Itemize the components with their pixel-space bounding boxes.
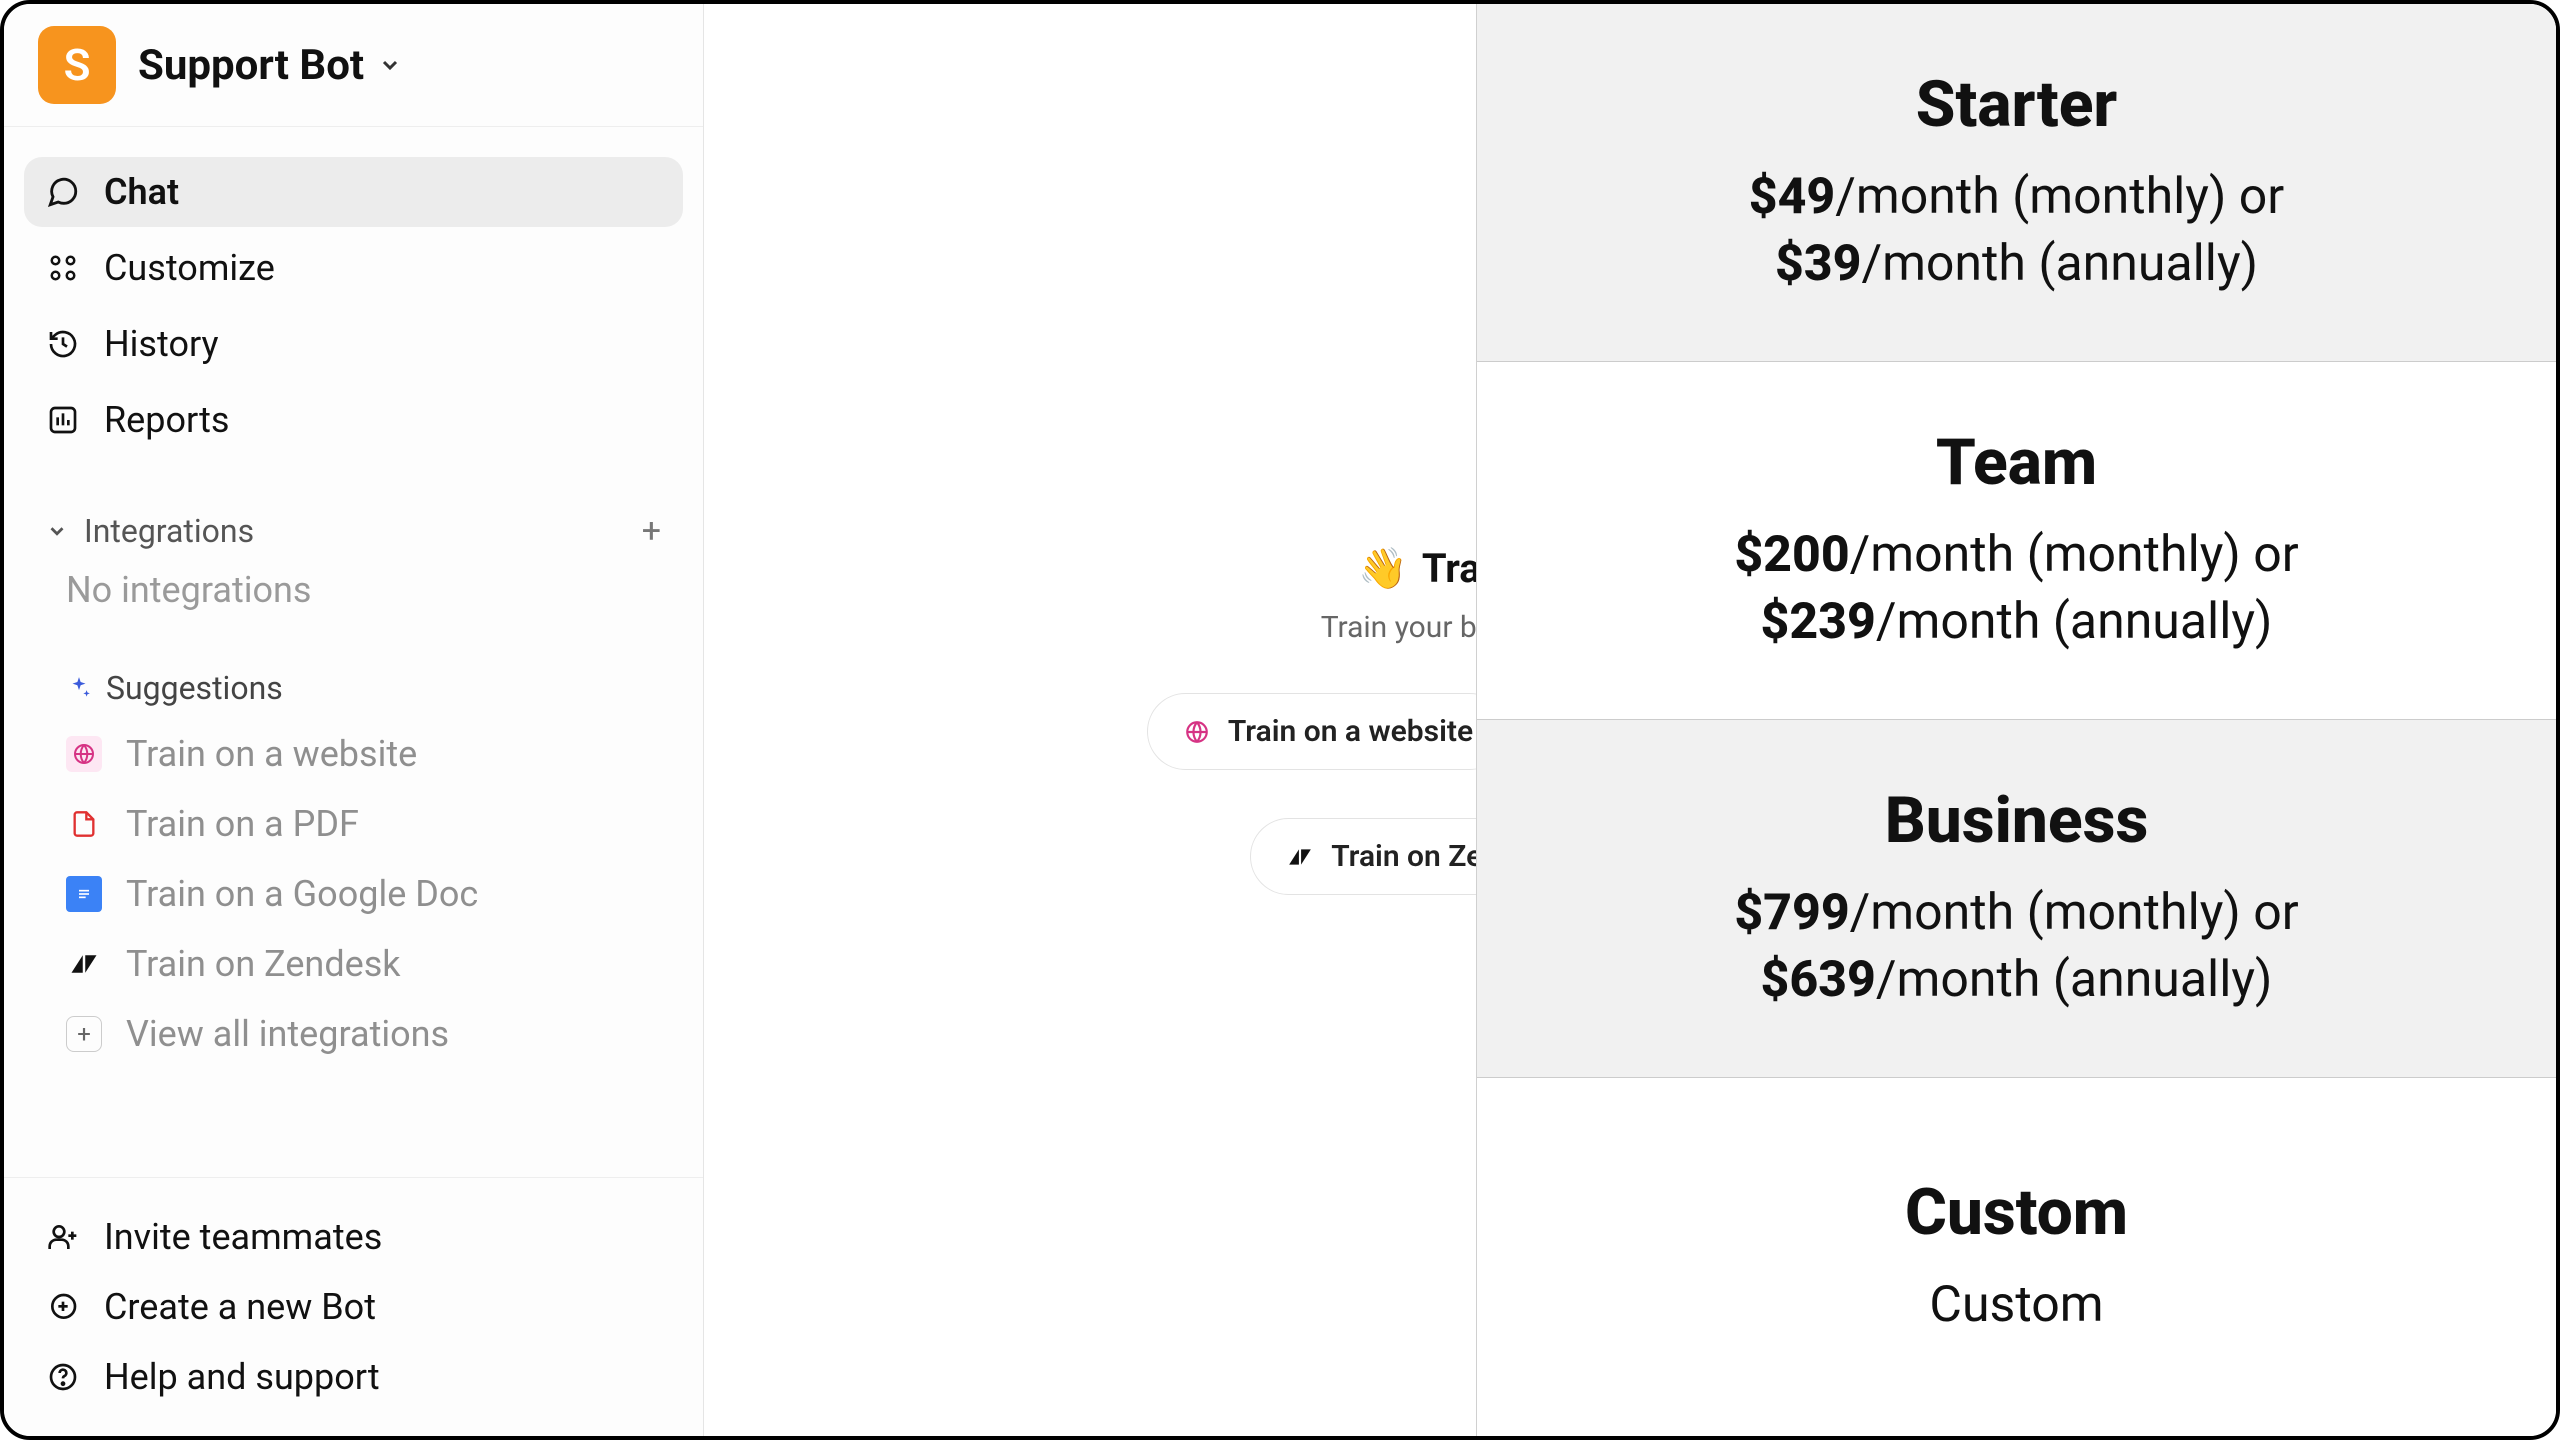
history-icon — [46, 327, 80, 361]
sidebar: S Support Bot Chat Customize History Rep… — [4, 4, 704, 1436]
suggestion-label: View all integrations — [126, 1013, 449, 1055]
add-integration-button[interactable]: + — [642, 511, 661, 551]
tier-name: Business — [1885, 783, 2149, 858]
suggestion-pdf[interactable]: Train on a PDF — [24, 789, 683, 859]
nav-history[interactable]: History — [24, 309, 683, 379]
suggestion-view-all[interactable]: + View all integrations — [24, 999, 683, 1069]
tier-name: Team — [1936, 425, 2097, 500]
wave-emoji: 👋 — [1358, 545, 1408, 592]
tier-price: $49/month (monthly) or $39/month (annual… — [1749, 164, 2284, 299]
chevron-down-icon — [378, 53, 402, 77]
tier-team: Team $200/month (monthly) or $239/month … — [1477, 362, 2556, 720]
new-bot-icon — [46, 1290, 80, 1324]
tier-price: Custom — [1929, 1272, 2103, 1340]
invite-teammates[interactable]: Invite teammates — [24, 1202, 683, 1272]
suggestion-label: Train on a Google Doc — [126, 873, 478, 915]
suggestion-gdoc[interactable]: Train on a Google Doc — [24, 859, 683, 929]
integrations-empty: No integrations — [24, 559, 683, 621]
tier-name: Custom — [1905, 1175, 2128, 1250]
help-icon — [46, 1360, 80, 1394]
tier-custom: Custom Custom — [1477, 1078, 2556, 1436]
nav-section: Chat Customize History Reports Integrati… — [4, 127, 703, 1069]
pdf-icon — [66, 806, 102, 842]
chevron-down-icon — [46, 520, 68, 542]
chip-label: Train on a website — [1228, 714, 1473, 749]
chat-icon — [46, 175, 80, 209]
sidebar-footer: Invite teammates Create a new Bot Help a… — [4, 1177, 703, 1436]
bot-selector[interactable]: Support Bot — [138, 41, 402, 90]
footer-label: Help and support — [104, 1356, 380, 1398]
nav-customize[interactable]: Customize — [24, 233, 683, 303]
nav-label: Reports — [104, 399, 229, 441]
tier-price: $799/month (monthly) or $639/month (annu… — [1734, 880, 2298, 1015]
chip-website[interactable]: Train on a website — [1147, 693, 1508, 770]
nav-label: History — [104, 323, 219, 365]
gdoc-icon — [66, 876, 102, 912]
tier-business: Business $799/month (monthly) or $639/mo… — [1477, 720, 2556, 1078]
suggestion-website[interactable]: Train on a website — [24, 719, 683, 789]
zendesk-icon — [1285, 842, 1315, 872]
integrations-header[interactable]: Integrations + — [24, 461, 683, 559]
customize-icon — [46, 251, 80, 285]
suggestion-label: Train on a website — [126, 733, 417, 775]
globe-icon — [66, 736, 102, 772]
suggestion-zendesk[interactable]: Train on Zendesk — [24, 929, 683, 999]
tier-price: $200/month (monthly) or $239/month (annu… — [1734, 522, 2298, 657]
sidebar-header: S Support Bot — [4, 4, 703, 127]
suggestions-label: Suggestions — [106, 669, 283, 707]
plus-icon: + — [66, 1016, 102, 1052]
tier-starter: Starter $49/month (monthly) or $39/month… — [1477, 4, 2556, 362]
help-support[interactable]: Help and support — [24, 1342, 683, 1412]
suggestion-label: Train on Zendesk — [126, 943, 401, 985]
invite-icon — [46, 1220, 80, 1254]
sparkle-icon — [66, 675, 92, 701]
zendesk-icon — [66, 946, 102, 982]
integrations-label: Integrations — [84, 512, 254, 550]
nav-reports[interactable]: Reports — [24, 385, 683, 455]
pricing-panel: Starter $49/month (monthly) or $39/month… — [1476, 4, 2556, 1436]
globe-icon — [1182, 717, 1212, 747]
nav-label: Chat — [104, 171, 179, 213]
bot-name-label: Support Bot — [138, 41, 364, 90]
bot-logo: S — [38, 26, 116, 104]
reports-icon — [46, 403, 80, 437]
nav-label: Customize — [104, 247, 275, 289]
create-bot[interactable]: Create a new Bot — [24, 1272, 683, 1342]
footer-label: Create a new Bot — [104, 1286, 376, 1328]
suggestions-header: Suggestions — [24, 621, 683, 719]
tier-name: Starter — [1916, 67, 2118, 142]
footer-label: Invite teammates — [104, 1216, 382, 1258]
nav-chat[interactable]: Chat — [24, 157, 683, 227]
suggestion-label: Train on a PDF — [126, 803, 359, 845]
